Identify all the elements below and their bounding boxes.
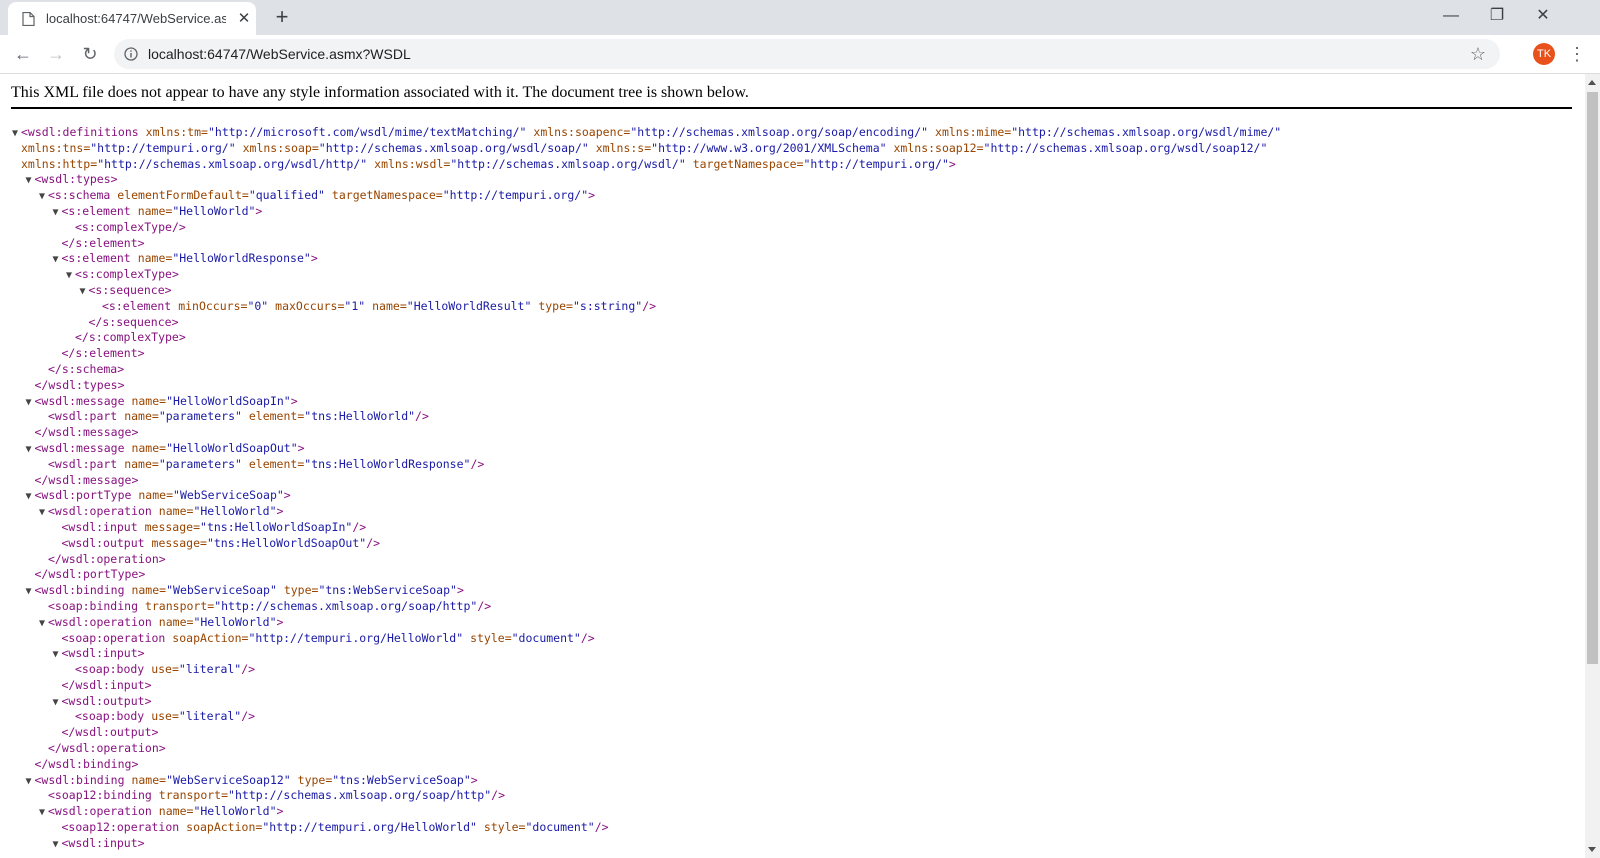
bookmark-star-icon[interactable]: ☆ bbox=[1470, 44, 1486, 65]
xml-line: <s:complexType/> bbox=[75, 219, 186, 234]
xml-line: <wsdl:types> ▼ bbox=[12, 172, 1281, 188]
xml-line: </wsdl:message> bbox=[34, 425, 139, 440]
back-button[interactable]: ← bbox=[10, 41, 36, 67]
xml-tree: <wsdl:definitions xmlns:tm="http://micro… bbox=[12, 125, 1281, 852]
xml-line: <soap12:binding transport="http://schema… bbox=[48, 788, 506, 803]
tab-title: localhost:64747/WebService.asmx?WSDL bbox=[46, 11, 226, 26]
xml-line: <wsdl:input> ▼ bbox=[12, 836, 1281, 852]
page-icon bbox=[22, 12, 35, 26]
info-icon[interactable] bbox=[124, 47, 138, 61]
xml-line: </wsdl:types> bbox=[34, 377, 125, 392]
xml-line: <wsdl:message name="HelloWorldSoapIn"> ▼ bbox=[12, 394, 1281, 410]
xml-line: <wsdl:output> ▼ bbox=[12, 694, 1281, 710]
menu-icon[interactable]: ⋮ bbox=[1568, 41, 1586, 67]
collapse-triangle-icon[interactable]: ▼ bbox=[26, 774, 32, 790]
xml-line: </wsdl:portType> bbox=[34, 567, 146, 582]
xml-line: <soap12:operation soapAction="http://tem… bbox=[61, 820, 609, 835]
collapse-triangle-icon[interactable]: ▼ bbox=[26, 489, 32, 505]
xml-line: <s:element minOccurs="0" maxOccurs="1" n… bbox=[102, 298, 657, 313]
xml-line: <wsdl:binding name="WebServiceSoap12" ty… bbox=[12, 773, 1281, 789]
browser-toolbar: ← → ↻ localhost:64747/WebService.asmx?WS… bbox=[0, 35, 1600, 74]
xml-line: <wsdl:operation name="HelloWorld"> ▼ bbox=[12, 615, 1281, 631]
xml-line: <wsdl:definitions xmlns:tm="http://micro… bbox=[12, 125, 1281, 141]
collapse-triangle-icon[interactable]: ▼ bbox=[39, 505, 45, 521]
xml-line: </s:schema> bbox=[48, 361, 125, 376]
xml-line: <wsdl:input message="tns:HelloWorldSoapI… bbox=[61, 519, 367, 534]
new-tab-button[interactable]: + bbox=[270, 5, 294, 29]
collapse-triangle-icon[interactable]: ▼ bbox=[53, 647, 59, 663]
xml-line: <wsdl:part name="parameters" element="tn… bbox=[48, 409, 429, 424]
collapse-triangle-icon[interactable]: ▼ bbox=[53, 837, 59, 853]
scroll-up-arrow-icon[interactable] bbox=[1588, 80, 1596, 85]
xml-line: <s:schema elementFormDefault="qualified"… bbox=[12, 188, 1281, 204]
xml-line: <wsdl:input> ▼ bbox=[12, 646, 1281, 662]
collapse-triangle-icon[interactable]: ▼ bbox=[26, 173, 32, 189]
xml-line: </wsdl:operation> bbox=[48, 741, 166, 756]
xml-line: <wsdl:message name="HelloWorldSoapOut"> ▼ bbox=[12, 441, 1281, 457]
xml-line: <soap:binding transport="http://schemas.… bbox=[48, 598, 492, 613]
xml-line: <soap:body use="literal"/> bbox=[75, 662, 256, 677]
xml-line: <wsdl:output message="tns:HelloWorldSoap… bbox=[61, 535, 381, 550]
xml-line: <soap:operation soapAction="http://tempu… bbox=[61, 630, 595, 645]
xml-line: <wsdl:operation name="HelloWorld"> ▼ bbox=[12, 804, 1281, 820]
xml-line: xmlns:http="http://schemas.xmlsoap.org/w… bbox=[21, 156, 956, 171]
scroll-thumb[interactable] bbox=[1587, 92, 1598, 664]
xml-line: <s:element name="HelloWorldResponse"> ▼ bbox=[12, 251, 1281, 267]
forward-button[interactable]: → bbox=[43, 41, 69, 67]
collapse-triangle-icon[interactable]: ▼ bbox=[39, 189, 45, 205]
close-tab-icon[interactable]: ✕ bbox=[236, 11, 252, 27]
xml-line: </wsdl:output> bbox=[61, 725, 159, 740]
xml-line: </wsdl:binding> bbox=[34, 756, 139, 771]
collapse-triangle-icon[interactable]: ▼ bbox=[80, 284, 86, 300]
xml-line: </s:complexType> bbox=[75, 330, 186, 345]
vertical-scrollbar[interactable] bbox=[1585, 74, 1600, 858]
collapse-triangle-icon[interactable]: ▼ bbox=[26, 584, 32, 600]
xml-viewer: This XML file does not appear to have an… bbox=[0, 74, 1585, 858]
collapse-triangle-icon[interactable]: ▼ bbox=[26, 442, 32, 458]
collapse-triangle-icon[interactable]: ▼ bbox=[53, 695, 59, 711]
url-text[interactable]: localhost:64747/WebService.asmx?WSDL bbox=[148, 46, 411, 62]
collapse-triangle-icon[interactable]: ▼ bbox=[12, 126, 18, 142]
xml-line: <s:complexType> ▼ bbox=[12, 267, 1281, 283]
divider bbox=[11, 107, 1572, 109]
minimize-button[interactable]: — bbox=[1428, 0, 1474, 32]
xml-line: <wsdl:binding name="WebServiceSoap" type… bbox=[12, 583, 1281, 599]
collapse-triangle-icon[interactable]: ▼ bbox=[39, 616, 45, 632]
xml-line: xmlns:tns="http://tempuri.org/" xmlns:so… bbox=[21, 140, 1268, 155]
xml-line: </wsdl:operation> bbox=[48, 551, 166, 566]
reload-button[interactable]: ↻ bbox=[77, 41, 103, 67]
browser-tab[interactable]: localhost:64747/WebService.asmx?WSDL ✕ bbox=[8, 2, 256, 35]
xml-line: <wsdl:part name="parameters" element="tn… bbox=[48, 456, 485, 471]
profile-avatar[interactable]: TK bbox=[1533, 43, 1555, 65]
xml-line: </wsdl:message> bbox=[34, 472, 139, 487]
xml-line: <wsdl:portType name="WebServiceSoap"> ▼ bbox=[12, 488, 1281, 504]
xml-line: </s:sequence> bbox=[88, 314, 179, 329]
scroll-down-arrow-icon[interactable] bbox=[1588, 847, 1596, 852]
collapse-triangle-icon[interactable]: ▼ bbox=[53, 205, 59, 221]
xml-line: <s:element name="HelloWorld"> ▼ bbox=[12, 204, 1281, 220]
collapse-triangle-icon[interactable]: ▼ bbox=[26, 395, 32, 411]
xml-style-notice: This XML file does not appear to have an… bbox=[11, 84, 749, 101]
xml-line: <soap:body use="literal"/> bbox=[75, 709, 256, 724]
xml-line: </s:element> bbox=[61, 235, 145, 250]
xml-line: </s:element> bbox=[61, 346, 145, 361]
window-close-button[interactable]: ✕ bbox=[1520, 0, 1566, 32]
xml-line: <wsdl:operation name="HelloWorld"> ▼ bbox=[12, 504, 1281, 520]
xml-line: </wsdl:input> bbox=[61, 677, 152, 692]
address-bar[interactable]: localhost:64747/WebService.asmx?WSDL ☆ bbox=[114, 39, 1500, 69]
collapse-triangle-icon[interactable]: ▼ bbox=[66, 268, 72, 284]
tab-strip: localhost:64747/WebService.asmx?WSDL ✕ +… bbox=[0, 0, 1600, 35]
xml-line: <s:sequence> ▼ bbox=[12, 283, 1281, 299]
collapse-triangle-icon[interactable]: ▼ bbox=[39, 805, 45, 821]
restore-button[interactable]: ❐ bbox=[1474, 0, 1520, 32]
collapse-triangle-icon[interactable]: ▼ bbox=[53, 252, 59, 268]
